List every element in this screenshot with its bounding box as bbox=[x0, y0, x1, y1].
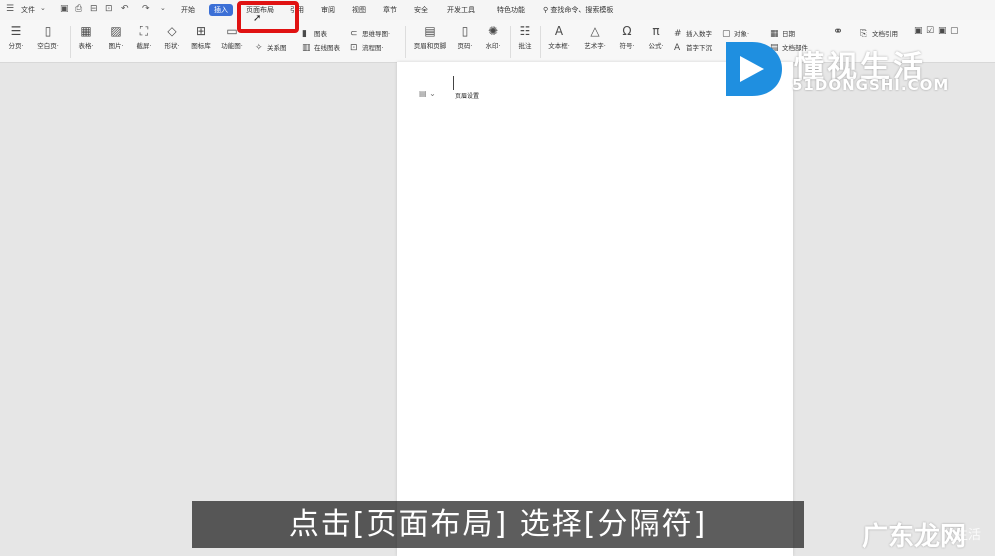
watermark-icon: ✺ bbox=[487, 24, 499, 38]
divider bbox=[405, 26, 406, 58]
screenshot-icon: ⛶ bbox=[139, 24, 149, 38]
document-page[interactable]: ▤ ⌄ 页眉设置 bbox=[397, 62, 793, 556]
search-text: 查找命令、搜索模板 bbox=[550, 6, 614, 14]
object-icon: ▢ bbox=[722, 29, 731, 39]
reference-icon: ⎘ bbox=[860, 29, 868, 39]
header-footer-icon: ▤ bbox=[424, 24, 436, 38]
insert-number-icon: # bbox=[674, 29, 682, 39]
relation-chart-icon: ✧ bbox=[255, 43, 263, 53]
menu-bar: ☰ 文件 ⌄ ▣ ⎙ ⊟ ⊡ ↶ ↷ ⌄ 开始 插入 页面布局 引用 审阅 视图… bbox=[0, 0, 995, 20]
print-icon[interactable]: ⊟ bbox=[90, 4, 98, 14]
wordart-button[interactable]: △ 艺术字· bbox=[577, 24, 613, 50]
chart-button[interactable]: ▮ 图表 bbox=[302, 28, 327, 39]
print-preview-icon[interactable]: ⊡ bbox=[105, 4, 113, 14]
video-subtitle: 点击[页面布局] 选择[分隔符] bbox=[192, 501, 804, 548]
page-break-icon: ☰ bbox=[10, 24, 22, 38]
box-icon: ▢ bbox=[950, 26, 959, 36]
tab-security[interactable]: 安全 bbox=[414, 5, 428, 15]
symbol-icon: Ω bbox=[622, 24, 632, 38]
drop-cap-button[interactable]: A 首字下沉 bbox=[674, 42, 712, 53]
object-button[interactable]: ▢ 对象· bbox=[722, 28, 749, 39]
undo-icon[interactable]: ↶ bbox=[121, 4, 129, 14]
doc-reference-button[interactable]: ⎘ 文档引用 bbox=[860, 28, 898, 39]
page-number-icon: ▯ bbox=[461, 24, 469, 38]
page-break-button[interactable]: ☰ 分页· bbox=[0, 24, 34, 50]
tab-view[interactable]: 视图 bbox=[352, 5, 366, 15]
chart-icon: ▮ bbox=[302, 29, 307, 39]
save-icon[interactable]: ▣ bbox=[60, 4, 69, 14]
formula-button[interactable]: π 公式· bbox=[638, 24, 674, 50]
command-search[interactable]: ⚲ 查找命令、搜索模板 bbox=[543, 5, 613, 15]
icon-library-icon: ⊞ bbox=[195, 24, 207, 38]
chevron-down-icon[interactable]: ⌄ bbox=[40, 4, 46, 12]
header-setting-label[interactable]: 页眉设置 bbox=[455, 91, 479, 100]
formula-icon: π bbox=[652, 24, 660, 38]
drop-cap-icon: A bbox=[674, 43, 681, 53]
tab-start[interactable]: 开始 bbox=[181, 5, 195, 15]
file-menu[interactable]: 文件 bbox=[21, 5, 35, 15]
customize-icon[interactable]: ⌄ bbox=[160, 4, 166, 12]
menu-icon[interactable]: ☰ bbox=[6, 4, 14, 14]
comment-icon: ☷ bbox=[519, 24, 531, 38]
insert-number-button[interactable]: # 插入数字 bbox=[674, 28, 712, 39]
table-icon: ▦ bbox=[80, 24, 92, 38]
header-footer-button[interactable]: ▤ 页眉和页脚 bbox=[408, 24, 452, 50]
play-logo-icon bbox=[726, 42, 782, 96]
search-icon: ⚲ bbox=[543, 6, 549, 14]
online-chart-icon: ▥ bbox=[302, 43, 311, 53]
comment-button[interactable]: ☷ 批注 bbox=[507, 24, 543, 50]
box-icon: ▣ bbox=[938, 26, 947, 36]
link-icon: ⚭ bbox=[832, 24, 844, 38]
mind-map-button[interactable]: ⊂ 思维导图· bbox=[350, 28, 390, 39]
blank-page-button[interactable]: ▯ 空白页· bbox=[30, 24, 66, 50]
mind-map-icon: ⊂ bbox=[350, 29, 358, 39]
tab-insert[interactable]: 插入 bbox=[209, 4, 233, 16]
highlight-box bbox=[237, 1, 299, 33]
redo-icon[interactable]: ↷ bbox=[142, 4, 150, 14]
wordart-icon: △ bbox=[590, 24, 600, 38]
shape-icon: ◇ bbox=[167, 24, 177, 38]
dongshi-logo: 懂视生活 51DONGSHI.COM bbox=[722, 40, 962, 100]
tab-chapter[interactable]: 章节 bbox=[383, 5, 397, 15]
more-icons[interactable]: ▣ ☑ ▣ ▢ bbox=[914, 26, 962, 36]
grid-icon: ▣ bbox=[914, 26, 923, 36]
tab-special[interactable]: 特色功能 bbox=[497, 5, 525, 15]
mouse-pointer-icon: ➚ bbox=[253, 13, 262, 24]
date-icon: ▦ bbox=[770, 29, 779, 39]
hyperlink-button[interactable]: ⚭ bbox=[824, 24, 852, 40]
picture-icon: ▨ bbox=[110, 24, 122, 38]
header-options-icon[interactable]: ▤ ⌄ bbox=[419, 89, 436, 98]
flowchart-button[interactable]: ⊡ 流程图· bbox=[350, 42, 384, 53]
output-icon[interactable]: ⎙ bbox=[75, 4, 82, 14]
date-button[interactable]: ▦ 日期 bbox=[770, 28, 795, 39]
tab-developer[interactable]: 开发工具 bbox=[447, 5, 475, 15]
tab-review[interactable]: 审阅 bbox=[321, 5, 335, 15]
logo-url: 51DONGSHI.COM bbox=[792, 76, 950, 94]
watermark-button[interactable]: ✺ 水印· bbox=[475, 24, 511, 50]
watermark-text: 广东龙网 bbox=[862, 522, 967, 552]
textbox-button[interactable]: A 文本框· bbox=[541, 24, 577, 50]
check-icon: ☑ bbox=[926, 26, 935, 36]
text-cursor bbox=[453, 76, 454, 90]
relation-chart-button[interactable]: ✧ 关系图 bbox=[255, 42, 287, 53]
watermark-small: 生活 bbox=[955, 528, 982, 543]
blank-page-icon: ▯ bbox=[44, 24, 52, 38]
textbox-icon: A bbox=[554, 24, 564, 38]
flowchart-icon: ⊡ bbox=[350, 43, 358, 53]
online-chart-button[interactable]: ▥ 在线图表 bbox=[302, 42, 340, 53]
